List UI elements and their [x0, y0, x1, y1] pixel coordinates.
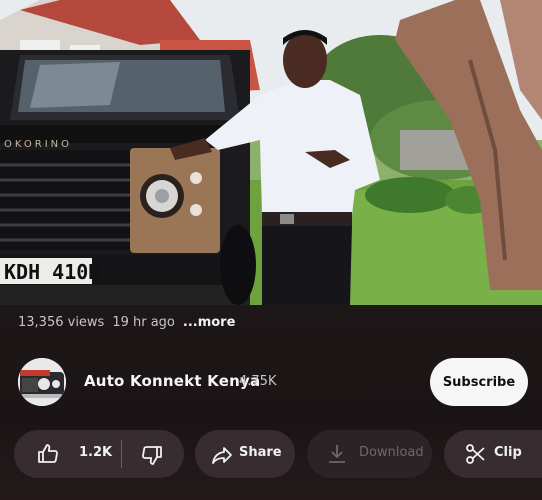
subscribe-button[interactable]: Subscribe: [430, 358, 528, 406]
avatar-car-icon: [18, 358, 66, 406]
license-plate-text: KDH 410K: [4, 260, 100, 284]
share-label: Share: [239, 445, 282, 460]
grille-badge-text: OKORINO: [4, 139, 72, 150]
subscriber-count: 4.75K: [239, 374, 277, 389]
thumbs-up-icon: [36, 442, 60, 466]
like-dislike-pill: 1.2K: [14, 430, 184, 478]
clip-button[interactable]: Clip: [444, 430, 542, 478]
channel-avatar[interactable]: [18, 358, 66, 406]
upload-age: 19 hr ago: [112, 315, 175, 330]
video-player[interactable]: KDH 410K OKORINO: [0, 0, 542, 305]
download-label: Download: [359, 445, 424, 460]
video-meta-row[interactable]: 13,356 views 19 hr ago ...more: [18, 315, 235, 330]
video-frame: KDH 410K OKORINO: [0, 0, 542, 305]
channel-name[interactable]: Auto Konnekt Kenya: [84, 372, 260, 390]
share-arrow-icon: [210, 443, 234, 467]
dislike-button[interactable]: [122, 430, 184, 478]
like-button[interactable]: 1.2K: [14, 430, 121, 478]
download-button[interactable]: Download: [307, 430, 432, 478]
like-count: 1.2K: [79, 445, 113, 460]
scissors-icon: [464, 442, 488, 466]
channel-row: Auto Konnekt Kenya 4.75K Subscribe: [18, 356, 528, 410]
action-bar: 1.2K Share Download Clip: [14, 430, 542, 478]
view-count: 13,356 views: [18, 315, 105, 330]
share-button[interactable]: Share: [195, 430, 295, 478]
download-icon: [325, 442, 349, 466]
more-description-link[interactable]: ...more: [183, 315, 236, 330]
thumbs-down-icon: [140, 443, 164, 467]
clip-label: Clip: [494, 445, 522, 460]
